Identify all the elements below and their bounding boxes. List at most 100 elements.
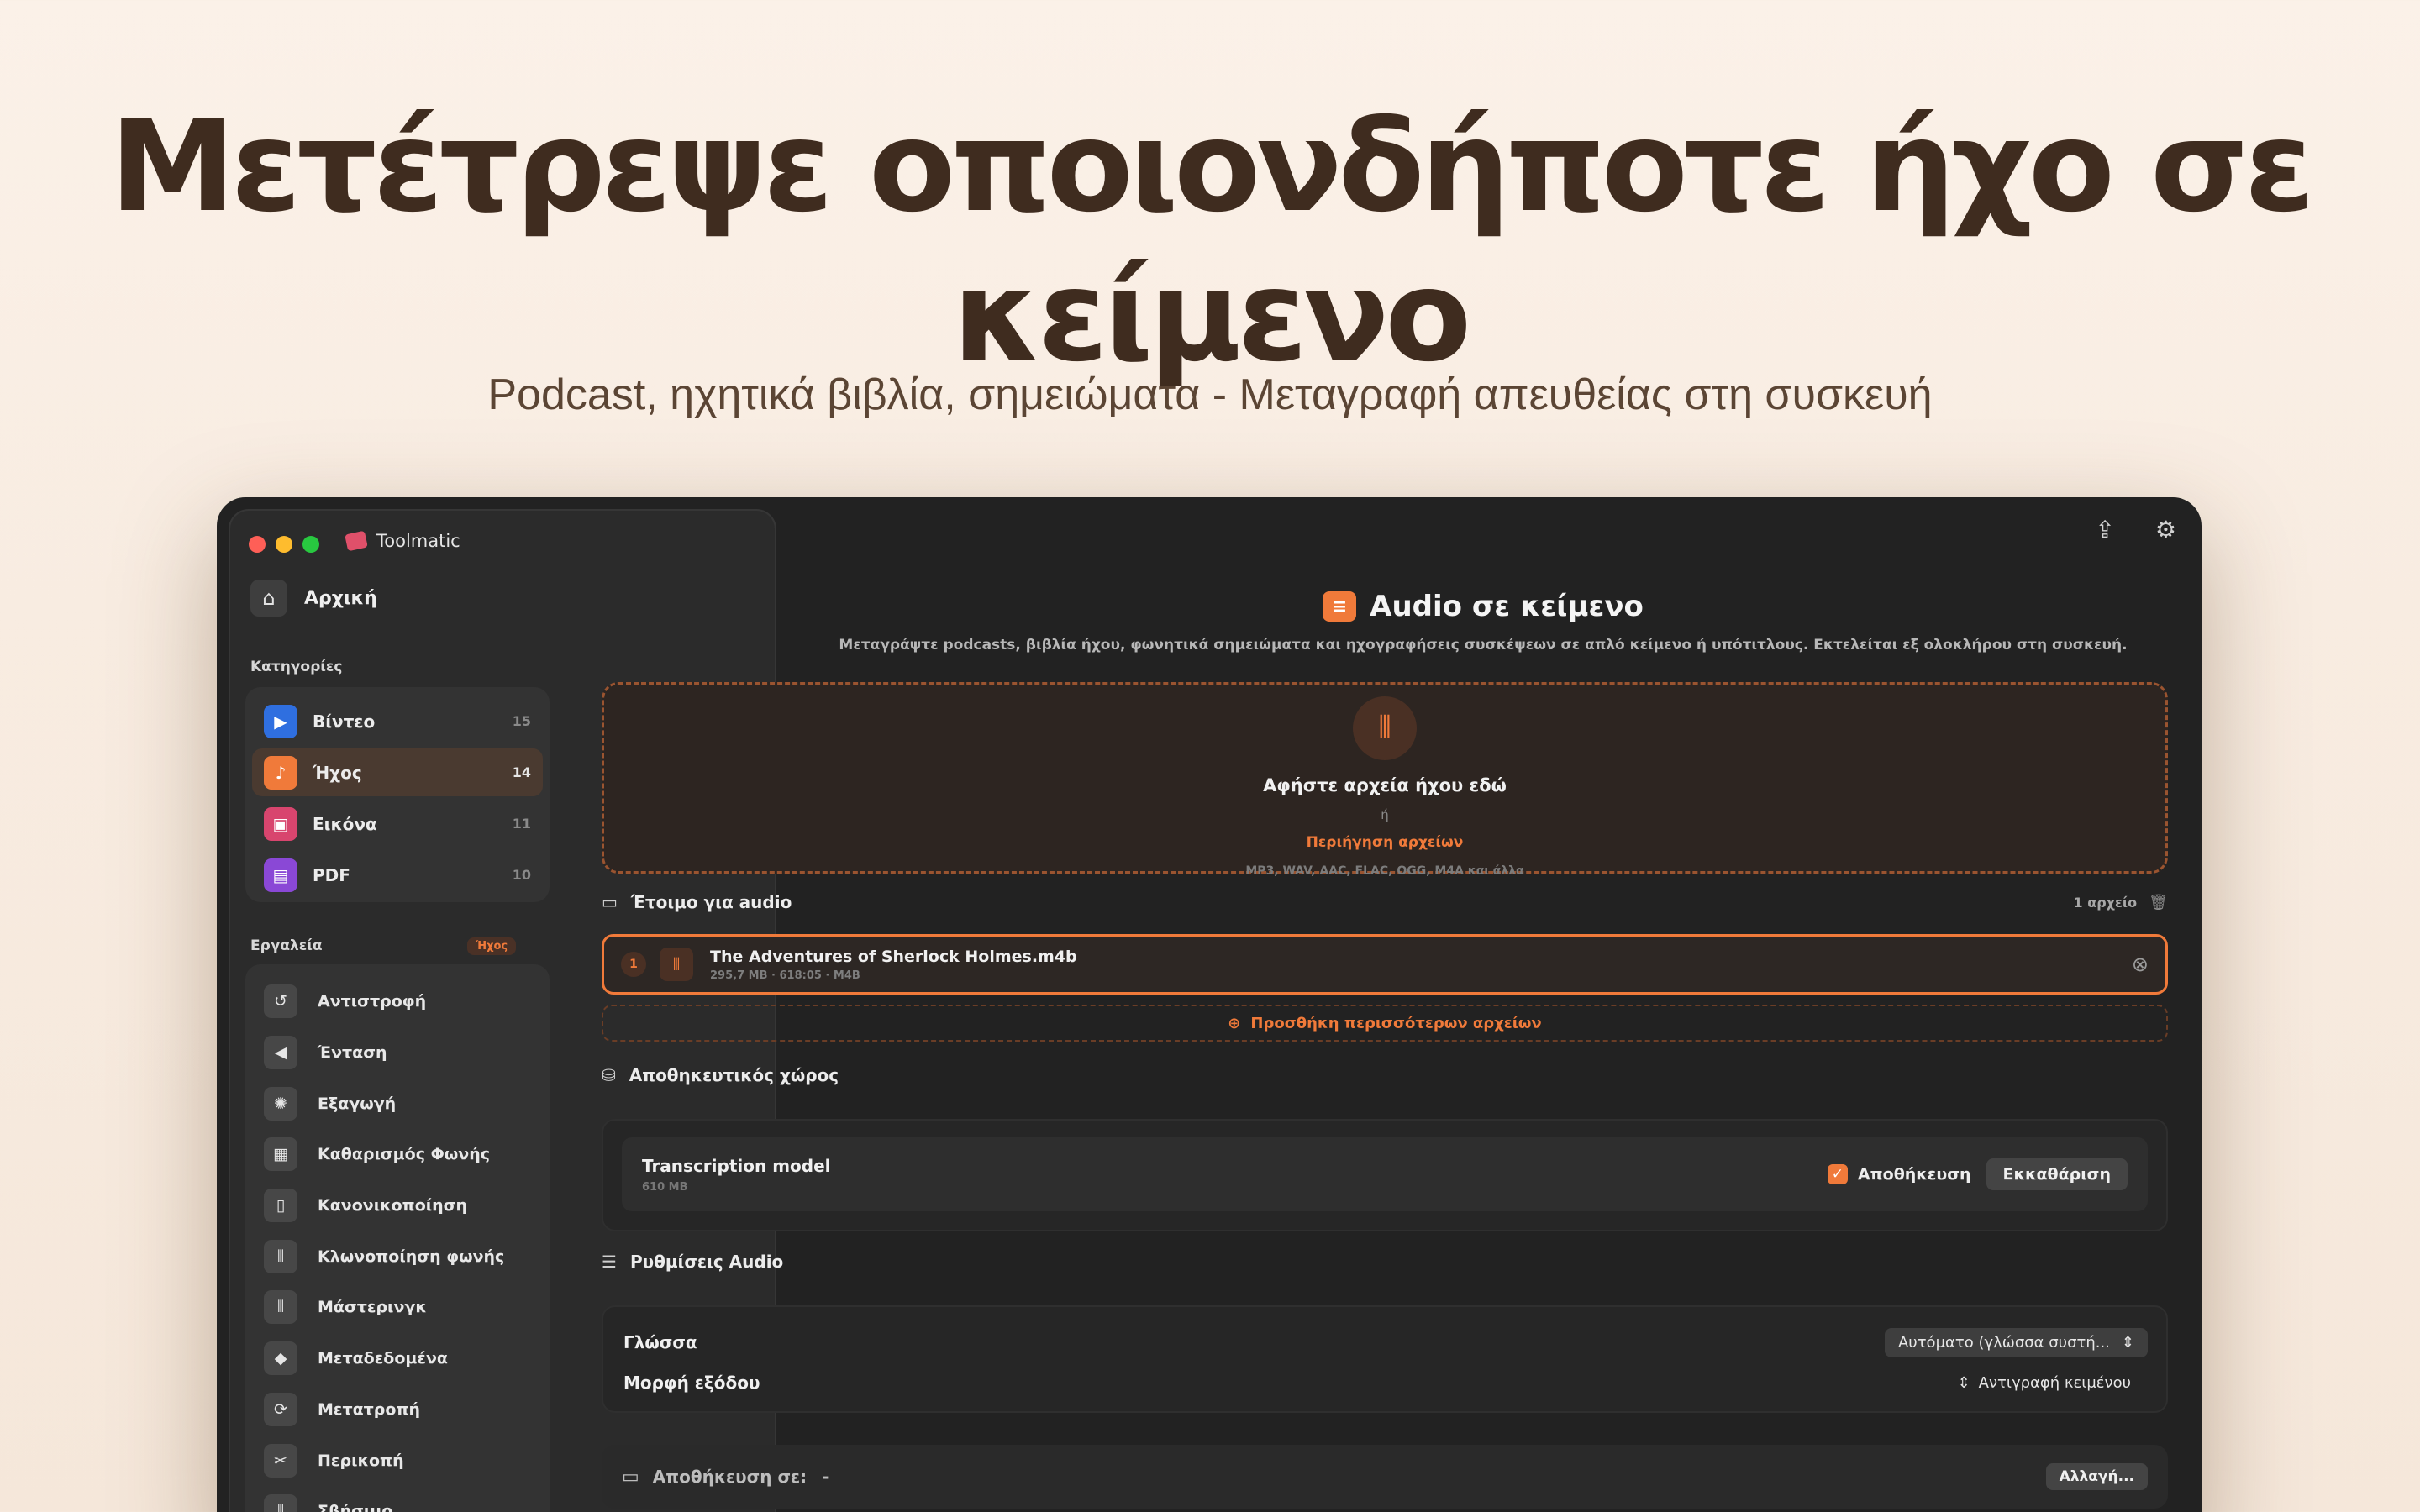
change-location-button[interactable]: Αλλαγή... bbox=[2045, 1463, 2148, 1490]
tray-icon: ▭ bbox=[602, 892, 618, 912]
normalize-icon: ▯ bbox=[264, 1189, 297, 1223]
model-name: Transcription model bbox=[642, 1155, 831, 1176]
gear-icon[interactable]: ⚙ bbox=[2155, 516, 2176, 543]
tool-list: ↺ Αντιστροφή ◀ Ένταση ✺ Εξαγωγή ▦ Καθαρι… bbox=[245, 964, 550, 1512]
volume-icon: ◀ bbox=[264, 1036, 297, 1070]
output-format-row: Μορφή εξόδου ⇕ Αντιγραφή κειμένου bbox=[623, 1364, 2148, 1401]
tool-label: Αντιστροφή bbox=[318, 992, 427, 1011]
close-window-button[interactable] bbox=[249, 536, 266, 553]
tool-label: Μεταδεδομένα bbox=[318, 1349, 448, 1368]
categories-heading: Κατηγορίες bbox=[250, 659, 343, 675]
output-format-label: Μορφή εξόδου bbox=[623, 1373, 760, 1393]
sidebar-home-label: Αρχική bbox=[304, 587, 377, 609]
page-title: Audio σε κείμενο bbox=[1370, 590, 1644, 623]
language-select[interactable]: Αυτόματο (γλώσσα συστή... ⇕ bbox=[1884, 1327, 2148, 1357]
sidebar-item-audio[interactable]: ♪ Ήχος 14 bbox=[252, 748, 543, 796]
category-label: Εικόνα bbox=[313, 813, 377, 834]
storage-section-header: ⛁ Αποθηκευτικός χώρος bbox=[602, 1065, 839, 1085]
file-count: 1 αρχείο bbox=[2073, 894, 2138, 911]
audio-settings-header: ☰ Ρυθμίσεις Audio bbox=[602, 1252, 783, 1272]
file-name: The Adventures of Sherlock Holmes.m4b bbox=[710, 947, 1077, 966]
browse-files-link[interactable]: Περιήγηση αρχείων bbox=[604, 834, 2165, 851]
mastering-icon: ⦀ bbox=[264, 1290, 297, 1325]
category-count: 10 bbox=[512, 867, 531, 883]
clear-model-button[interactable]: Εκκαθάριση bbox=[1986, 1158, 2128, 1190]
chevron-updown-icon: ⇕ bbox=[1957, 1373, 1970, 1392]
hero-title-line1: Μετέτρεψε οποιονδήποτε ήχο σε bbox=[109, 94, 2315, 240]
sidebar-tool-normalize[interactable]: ▯ Κανονικοποίηση bbox=[264, 1180, 531, 1231]
save-location-value: - bbox=[822, 1467, 829, 1487]
zoom-window-button[interactable] bbox=[302, 536, 319, 553]
audio-settings-card: Γλώσσα Αυτόματο (γλώσσα συστή... ⇕ Μορφή… bbox=[602, 1305, 2168, 1413]
sidebar-tool-voice-clone[interactable]: ⦀ Κλωνοποίηση φωνής bbox=[264, 1231, 531, 1282]
category-label: Βίντεο bbox=[313, 711, 376, 732]
app-window: Toolmatic ⌂ Αρχική Κατηγορίες ▶ Βίντεο 1… bbox=[217, 497, 2202, 1512]
file-dropzone[interactable]: ⦀ Αφήστε αρχεία ήχου εδώ ή Περιήγηση αρχ… bbox=[602, 682, 2168, 878]
voice-clone-icon: ⦀ bbox=[264, 1239, 297, 1273]
app-title: Toolmatic bbox=[345, 530, 460, 552]
save-model-checkbox[interactable]: ✓ bbox=[1827, 1164, 1848, 1184]
waveform-icon: ⦀ bbox=[1353, 696, 1417, 760]
category-count: 14 bbox=[512, 764, 531, 780]
sidebar-tool-fade[interactable]: ⦀ Σβήσιμο bbox=[264, 1486, 531, 1512]
output-format-select[interactable]: ⇕ Αντιγραφή κειμένου bbox=[1958, 1374, 2148, 1392]
sidebar-tool-mastering[interactable]: ⦀ Μάστερινγκ bbox=[264, 1282, 531, 1333]
drive-icon: ⛁ bbox=[602, 1065, 616, 1085]
minimize-window-button[interactable] bbox=[276, 536, 292, 553]
storage-label: Αποθηκευτικός χώρος bbox=[629, 1065, 839, 1085]
fade-icon: ⦀ bbox=[264, 1494, 297, 1512]
add-more-files-button[interactable]: ⊕ Προσθήκη περισσότερων αρχείων bbox=[602, 1005, 2168, 1042]
trash-icon[interactable]: 🗑 bbox=[2149, 894, 2168, 911]
app-name: Toolmatic bbox=[376, 531, 460, 551]
sidebar-item-image[interactable]: ▣ Εικόνα 11 bbox=[252, 800, 543, 848]
convert-icon: ⟳ bbox=[264, 1392, 297, 1426]
sidebar-tool-voice-clean[interactable]: ▦ Καθαρισμός Φωνής bbox=[264, 1129, 531, 1180]
file-index: 1 bbox=[621, 952, 646, 977]
hero-title: Μετέτρεψε οποιονδήποτε ήχο σε κείμενο bbox=[0, 92, 2420, 391]
sidebar-item-pdf[interactable]: ▤ PDF 10 bbox=[252, 851, 543, 899]
sidebar-item-home[interactable]: ⌂ Αρχική bbox=[250, 580, 377, 617]
hero-subtitle: Podcast, ηχητικά βιβλία, σημειώματα - Με… bbox=[487, 370, 1933, 419]
model-size: 610 MB bbox=[642, 1180, 688, 1194]
sidebar-tool-metadata[interactable]: ◆ Μεταδεδομένα bbox=[264, 1333, 531, 1384]
language-setting-row: Γλώσσα Αυτόματο (γλώσσα συστή... ⇕ bbox=[623, 1324, 2148, 1361]
tool-label: Σβήσιμο bbox=[318, 1502, 393, 1512]
share-icon[interactable]: ⇪ bbox=[2095, 516, 2114, 543]
file-list-item[interactable]: 1 ⦀ The Adventures of Sherlock Holmes.m4… bbox=[602, 934, 2168, 995]
category-list: ▶ Βίντεο 15 ♪ Ήχος 14 ▣ Εικόνα 11 ▤ PDF … bbox=[245, 687, 550, 902]
sidebar-tool-reverse[interactable]: ↺ Αντιστροφή bbox=[264, 976, 531, 1027]
sidebar-tool-volume[interactable]: ◀ Ένταση bbox=[264, 1027, 531, 1079]
window-controls bbox=[249, 536, 319, 553]
tool-label: Εξαγωγή bbox=[318, 1094, 397, 1113]
remove-file-icon[interactable]: ⊗ bbox=[2132, 953, 2149, 976]
save-location-card: ▭ Αποθήκευση σε: - Αλλαγή... bbox=[602, 1445, 2168, 1509]
home-icon: ⌂ bbox=[250, 580, 287, 617]
tool-label: Κλωνοποίηση φωνής bbox=[318, 1247, 505, 1266]
tool-label: Καθαρισμός Φωνής bbox=[318, 1145, 490, 1164]
tools-heading: Εργαλεία bbox=[250, 937, 323, 954]
language-label: Γλώσσα bbox=[623, 1332, 697, 1352]
category-label: Ήχος bbox=[313, 762, 362, 783]
ready-section-header: ▭ Έτοιμο για audio 1 αρχείο 🗑 bbox=[602, 892, 2168, 912]
tool-label: Περικοπή bbox=[318, 1451, 404, 1470]
scissors-icon: ✂ bbox=[264, 1443, 297, 1478]
tool-label: Ένταση bbox=[318, 1043, 387, 1063]
video-icon: ▶ bbox=[264, 704, 297, 738]
sidebar-item-video[interactable]: ▶ Βίντεο 15 bbox=[252, 697, 543, 745]
extract-icon: ✺ bbox=[264, 1086, 297, 1121]
output-format-value: Αντιγραφή κειμένου bbox=[1978, 1373, 2131, 1392]
supported-formats: MP3, WAV, AAC, FLAC, OGG, M4A και άλλα bbox=[1245, 864, 1524, 878]
sidebar-tool-extract[interactable]: ✺ Εξαγωγή bbox=[264, 1078, 531, 1129]
image-icon: ▣ bbox=[264, 806, 297, 841]
tool-label: Μετατροπή bbox=[318, 1399, 420, 1419]
tools-filter-badge: Ήχος bbox=[467, 937, 517, 955]
category-count: 15 bbox=[512, 713, 531, 729]
dropzone-title: Αφήστε αρχεία ήχου εδώ bbox=[1263, 775, 1507, 795]
add-more-label: Προσθήκη περισσότερων αρχείων bbox=[1250, 1014, 1542, 1032]
folder-icon: ▭ bbox=[622, 1466, 639, 1488]
category-label: PDF bbox=[313, 864, 350, 885]
dropzone-or: ή bbox=[1381, 807, 1389, 822]
language-value: Αυτόματο (γλώσσα συστή... bbox=[1897, 1333, 2110, 1352]
sidebar-tool-convert[interactable]: ⟳ Μετατροπή bbox=[264, 1384, 531, 1436]
sidebar-tool-trim[interactable]: ✂ Περικοπή bbox=[264, 1435, 531, 1486]
